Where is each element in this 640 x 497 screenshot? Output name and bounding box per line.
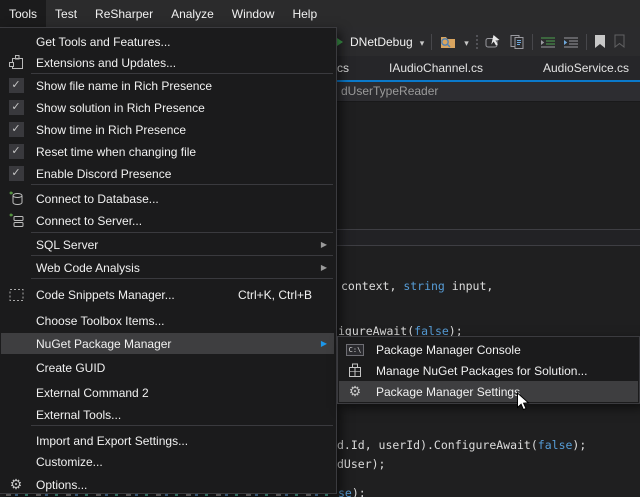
- run-configuration-label[interactable]: DNetDebug: [350, 35, 413, 49]
- config-dropdown-icon[interactable]: [420, 33, 425, 51]
- breadcrumb[interactable]: dUserTypeReader: [341, 82, 438, 101]
- menu-separator: [31, 184, 333, 185]
- menu-item-show-file-name[interactable]: Show file name in Rich Presence: [1, 75, 334, 96]
- tools-menu-popup: Get Tools and Features... Extensions and…: [0, 27, 337, 494]
- toolbar-separator: [532, 34, 533, 50]
- submenu-arrow-icon: [321, 263, 327, 272]
- menu-item-external-command-2[interactable]: External Command 2: [1, 382, 334, 403]
- checkmark-icon: [9, 78, 24, 93]
- tab-audioservice[interactable]: AudioService.cs: [543, 56, 629, 80]
- menu-separator: [31, 255, 333, 256]
- occluded-code-sliver: [6, 494, 332, 496]
- find-dropdown-icon[interactable]: [464, 33, 469, 51]
- submenu-arrow-icon: [321, 240, 327, 249]
- menu-item-extensions-and-updates[interactable]: Extensions and Updates...: [1, 52, 334, 73]
- snippets-icon: [1, 288, 31, 302]
- visual-studio-window: Tools Test ReSharper Analyze Window Help…: [0, 0, 640, 497]
- menu-item-import-export-settings[interactable]: Import and Export Settings...: [1, 430, 334, 451]
- checkmark-icon: [9, 144, 24, 159]
- copy-document-icon[interactable]: [509, 34, 525, 50]
- bookmark-icon[interactable]: [594, 34, 606, 49]
- menu-shortcut: Ctrl+K, Ctrl+B: [238, 288, 312, 302]
- submenu-item-package-manager-console[interactable]: Package Manager Console: [339, 339, 638, 360]
- nuget-submenu-popup: Package Manager Console Manage NuGet Pac…: [337, 336, 640, 404]
- menubar-item-resharper[interactable]: ReSharper: [86, 0, 162, 27]
- menu-item-nuget-package-manager[interactable]: NuGet Package Manager: [1, 333, 334, 354]
- menubar-item-help[interactable]: Help: [283, 0, 326, 27]
- toolbar-grip: [476, 35, 478, 49]
- editor-collapsed-region: [334, 229, 640, 246]
- gear-icon: [349, 384, 362, 399]
- mouse-cursor: [516, 392, 530, 417]
- menu-item-sql-server[interactable]: SQL Server: [1, 234, 334, 255]
- format-document-icon[interactable]: [540, 35, 556, 49]
- menu-item-show-solution[interactable]: Show solution in Rich Presence: [1, 97, 334, 118]
- checkmark-icon: [9, 100, 24, 115]
- menu-item-show-time[interactable]: Show time in Rich Presence: [1, 119, 334, 140]
- menubar-item-test[interactable]: Test: [46, 0, 86, 27]
- toolbar-separator: [586, 34, 587, 50]
- format-selection-icon[interactable]: [563, 35, 579, 49]
- menubar-item-window[interactable]: Window: [223, 0, 284, 27]
- menu-bar: Tools Test ReSharper Analyze Window Help: [0, 0, 640, 27]
- menu-item-reset-time[interactable]: Reset time when changing file: [1, 141, 334, 162]
- package-icon: [339, 363, 371, 378]
- menu-item-connect-to-database[interactable]: Connect to Database...: [1, 188, 334, 209]
- submenu-item-package-manager-settings[interactable]: Package Manager Settings: [339, 381, 638, 402]
- menu-separator: [31, 232, 333, 233]
- menu-separator: [31, 73, 333, 74]
- code-line: d.Id, userId).ConfigureAwait(false);: [337, 438, 586, 452]
- tab-iaudiochannel[interactable]: IAudioChannel.cs: [389, 56, 483, 80]
- menubar-item-tools[interactable]: Tools: [0, 0, 46, 27]
- menu-item-get-tools-and-features[interactable]: Get Tools and Features...: [1, 31, 334, 52]
- pointer-select-icon[interactable]: [485, 34, 502, 49]
- menu-item-web-code-analysis[interactable]: Web Code Analysis: [1, 257, 334, 278]
- menu-item-code-snippets-manager[interactable]: Code Snippets Manager... Ctrl+K, Ctrl+B: [1, 284, 334, 305]
- code-line: dUser);: [337, 457, 385, 471]
- tab-partial[interactable]: cs: [337, 56, 349, 80]
- code-line: se);: [338, 486, 366, 497]
- gear-icon: [10, 477, 23, 492]
- bookmark-next-icon[interactable]: [613, 34, 627, 49]
- menu-separator: [31, 278, 333, 279]
- menu-item-choose-toolbox-items[interactable]: Choose Toolbox Items...: [1, 310, 334, 331]
- checkmark-icon: [9, 166, 24, 181]
- server-icon: [1, 213, 31, 229]
- menu-item-create-guid[interactable]: Create GUID: [1, 357, 334, 378]
- console-icon: [346, 344, 364, 356]
- submenu-item-manage-nuget-packages[interactable]: Manage NuGet Packages for Solution...: [339, 360, 638, 381]
- menu-item-connect-to-server[interactable]: Connect to Server...: [1, 210, 334, 231]
- extensions-icon: [1, 55, 31, 70]
- menu-item-enable-discord-presence[interactable]: Enable Discord Presence: [1, 163, 334, 184]
- menu-item-customize[interactable]: Customize...: [1, 451, 334, 472]
- submenu-arrow-icon: [321, 339, 327, 348]
- menu-item-external-tools[interactable]: External Tools...: [1, 404, 334, 425]
- menubar-item-analyze[interactable]: Analyze: [162, 0, 223, 27]
- database-icon: [1, 191, 31, 207]
- menu-item-options[interactable]: Options...: [1, 474, 334, 495]
- menu-separator: [31, 425, 333, 426]
- checkmark-icon: [9, 122, 24, 137]
- toolbar-separator: [431, 34, 432, 50]
- find-in-files-icon[interactable]: [439, 34, 457, 49]
- code-line: context, string input,: [341, 279, 493, 293]
